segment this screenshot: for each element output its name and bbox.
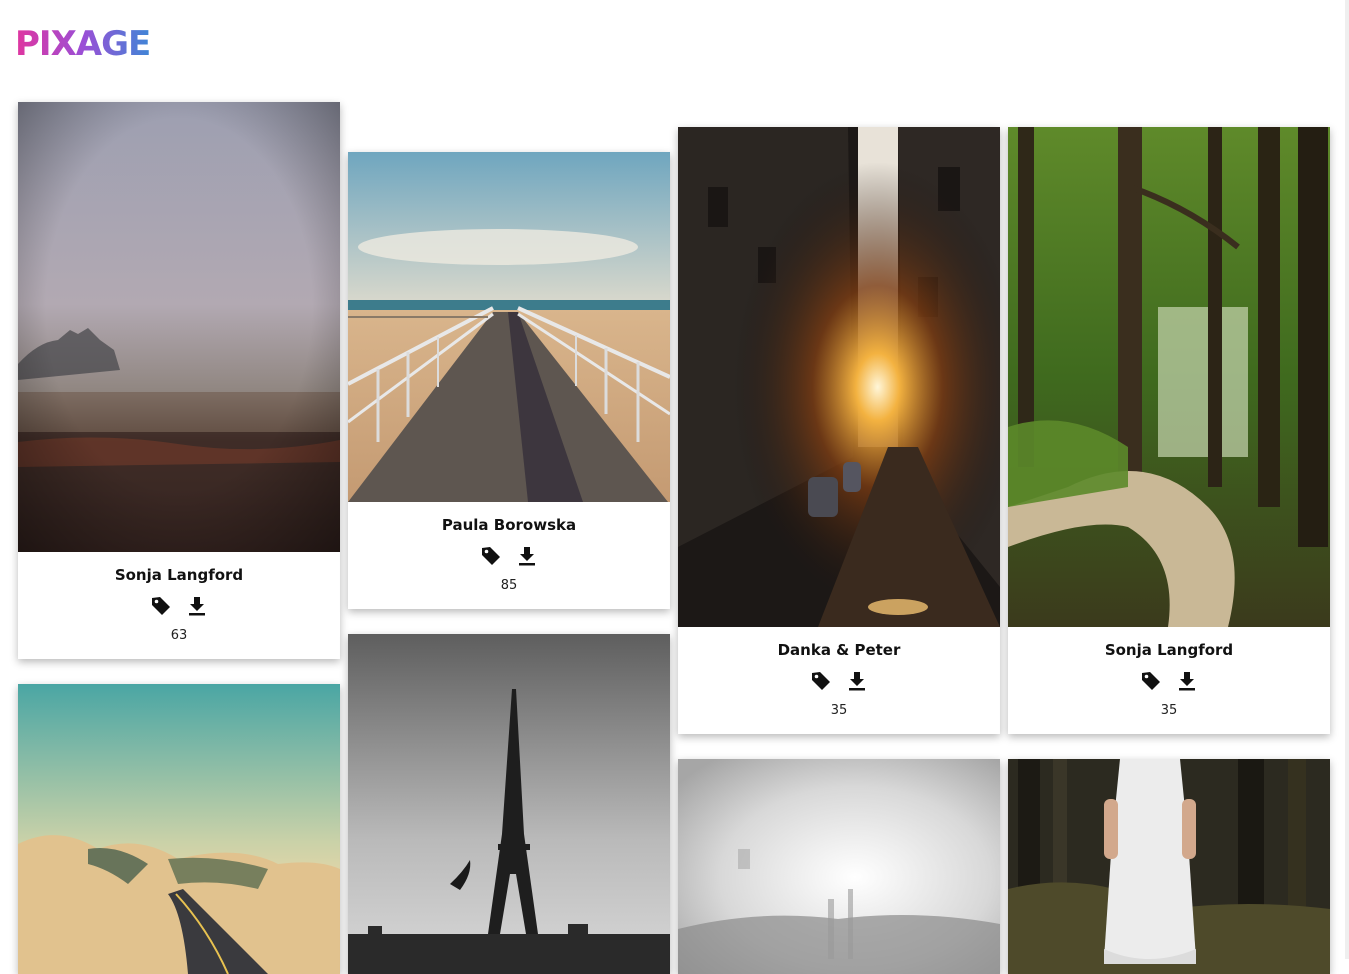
photo-card[interactable] (678, 759, 1000, 974)
photo-card[interactable] (18, 684, 340, 974)
photo-boardwalk-beach[interactable] (348, 152, 670, 502)
download-icon[interactable] (846, 670, 868, 692)
photo-card[interactable] (1008, 759, 1330, 974)
photo-card[interactable]: Sonja Langford 35 (1008, 127, 1330, 734)
page-scroll-edge (1345, 0, 1349, 959)
card-info: Sonja Langford 63 (18, 552, 340, 659)
author-name[interactable]: Danka & Peter (678, 641, 1000, 659)
photo-card[interactable]: Paula Borowska 85 (348, 152, 670, 609)
photo-forest-path[interactable] (1008, 127, 1330, 627)
photo-girl-in-forest[interactable] (1008, 759, 1330, 974)
photo-card[interactable]: Danka & Peter 35 (678, 127, 1000, 734)
like-count: 85 (500, 578, 518, 593)
like-count: 35 (830, 703, 848, 718)
download-icon[interactable] (1176, 670, 1198, 692)
card-info: Sonja Langford 35 (1008, 627, 1330, 734)
download-icon[interactable] (516, 545, 538, 567)
brand-name: PIXAGE (15, 24, 150, 64)
card-info: Danka & Peter 35 (678, 627, 1000, 734)
download-icon[interactable] (186, 595, 208, 617)
tag-icon[interactable] (480, 545, 502, 567)
like-count: 63 (170, 628, 188, 643)
tag-icon[interactable] (150, 595, 172, 617)
photo-card[interactable]: Sonja Langford 63 (18, 102, 340, 659)
like-count: 35 (1160, 703, 1178, 718)
tag-icon[interactable] (1140, 670, 1162, 692)
tag-icon[interactable] (810, 670, 832, 692)
photo-desert-road[interactable] (18, 684, 340, 974)
photo-foggy-city[interactable] (678, 759, 1000, 974)
author-name[interactable]: Paula Borowska (348, 516, 670, 534)
author-name[interactable]: Sonja Langford (1008, 641, 1330, 659)
photo-misty-field[interactable] (18, 102, 340, 552)
photo-eiffel-tower[interactable] (348, 634, 670, 974)
author-name[interactable]: Sonja Langford (18, 566, 340, 584)
card-info: Paula Borowska 85 (348, 502, 670, 609)
photo-sunset-street[interactable] (678, 127, 1000, 627)
photo-card[interactable] (348, 634, 670, 974)
pixage-logo[interactable]: PIXAGE (15, 18, 155, 64)
